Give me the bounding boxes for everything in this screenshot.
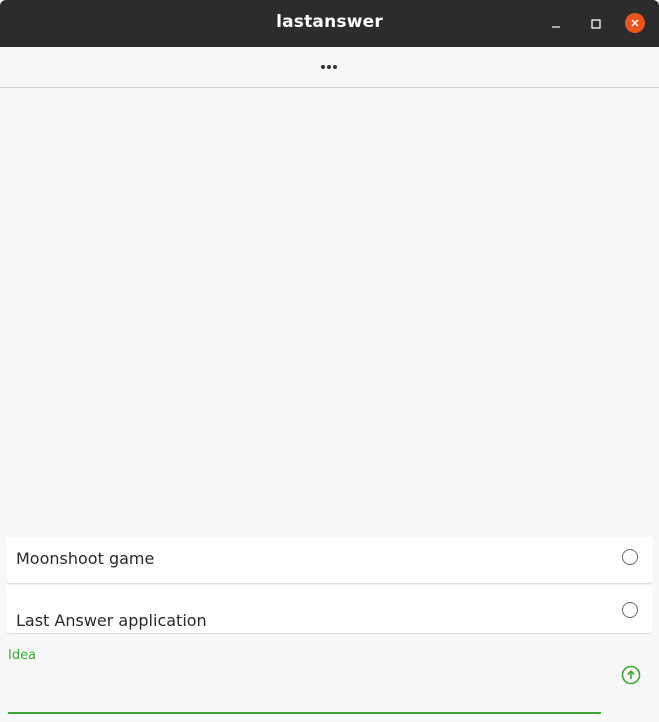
list-item[interactable]: Moonshoot game [6, 537, 653, 583]
app-window: lastanswer Moonshoot game Last Answer ap… [0, 0, 659, 722]
minimize-icon [552, 26, 560, 28]
idea-field-label: Idea [8, 648, 37, 663]
minimize-button[interactable] [545, 13, 567, 35]
maximize-icon [591, 19, 601, 29]
maximize-button[interactable] [585, 13, 607, 35]
close-icon [631, 19, 639, 27]
list-item[interactable]: Last Answer application [6, 586, 653, 633]
list-item-label: Moonshoot game [16, 549, 155, 568]
close-button[interactable] [625, 13, 645, 33]
list-item-label: Last Answer application [16, 611, 207, 630]
toolbar [0, 47, 659, 88]
list-item-radio[interactable] [622, 602, 638, 618]
arrow-up-circle-icon [621, 665, 641, 685]
idea-input[interactable] [8, 668, 601, 714]
submit-button[interactable] [621, 665, 641, 685]
more-options-button[interactable] [314, 57, 344, 77]
list-item-radio[interactable] [622, 549, 638, 565]
title-bar: lastanswer [0, 0, 659, 47]
more-horizontal-icon [321, 65, 337, 69]
